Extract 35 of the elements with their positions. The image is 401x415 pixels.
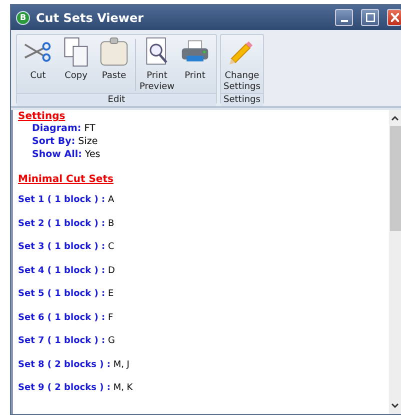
- ribbon-button[interactable]: Print: [176, 37, 214, 93]
- cut-set-line: Set 6 ( 1 block ) : F: [18, 312, 114, 324]
- app-badge-icon: B: [16, 10, 30, 24]
- cut-set-line: Set 5 ( 1 block ) : E: [18, 288, 115, 301]
- clipboard-icon: [99, 37, 129, 67]
- maximize-button[interactable]: [361, 9, 379, 26]
- close-button[interactable]: [387, 9, 401, 26]
- ribbon-button[interactable]: Cut: [19, 37, 57, 93]
- group-label: Edit: [17, 93, 216, 106]
- setting-line: Sort By: Size: [32, 135, 99, 148]
- setting-line: Show All: Yes: [32, 148, 102, 161]
- scrollbar[interactable]: [389, 110, 401, 414]
- cut-set-line: Set 7 ( 1 block ) : G: [18, 335, 116, 348]
- window-title: Cut Sets Viewer: [36, 10, 145, 24]
- ribbon-button[interactable]: Paste: [95, 37, 133, 93]
- cut-set-line: Set 3 ( 1 block ) : C: [18, 241, 116, 254]
- cut-set-line: Set 2 ( 1 block ) : B: [18, 218, 116, 230]
- minimize-button[interactable]: [335, 9, 353, 26]
- setting-line: Diagram: FT: [32, 122, 96, 135]
- minimize-icon: [340, 20, 348, 22]
- ribbon-button[interactable]: Print Preview: [138, 37, 176, 93]
- maximize-icon: [366, 13, 374, 22]
- cut-set-line: Set 9 ( 2 blocks ) : M, K: [18, 382, 134, 395]
- cut-set-line: Set 1 ( 1 block ) : A: [18, 194, 116, 207]
- section-heading: Settings: [18, 111, 66, 122]
- ribbon-button[interactable]: Change Settings: [223, 37, 261, 93]
- cut-set-line: Set 4 ( 1 block ) : D: [18, 264, 116, 278]
- scroll-thumb[interactable]: [390, 126, 400, 231]
- scroll-down-icon[interactable]: [390, 401, 400, 411]
- cut-set-line: Set 8 ( 2 blocks ) : M, J: [18, 358, 130, 372]
- group-label: Settings: [221, 93, 263, 106]
- section-heading: Minimal Cut Sets: [18, 174, 114, 185]
- scroll-up-icon[interactable]: [390, 113, 400, 123]
- close-icon: [390, 13, 398, 22]
- ribbon-button[interactable]: Copy: [57, 37, 95, 93]
